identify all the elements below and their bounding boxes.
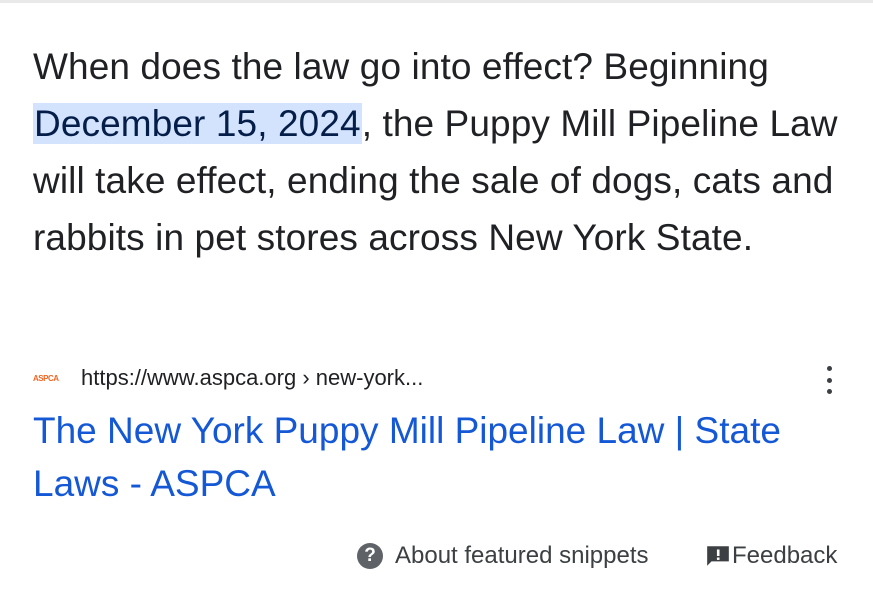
feedback-button[interactable]: Feedback bbox=[705, 542, 837, 570]
about-featured-snippets-button[interactable]: ? About featured snippets bbox=[357, 542, 649, 570]
featured-snippet-text: When does the law go into effect? Beginn… bbox=[33, 38, 853, 266]
snippet-text-prefix: When does the law go into effect? Beginn… bbox=[33, 46, 769, 87]
snippet-highlighted-date: December 15, 2024 bbox=[33, 103, 362, 144]
result-title-link[interactable]: The New York Puppy Mill Pipeline Law | S… bbox=[33, 404, 853, 510]
feedback-label: Feedback bbox=[732, 542, 838, 569]
more-options-icon[interactable] bbox=[825, 366, 833, 394]
dot bbox=[826, 366, 832, 371]
source-url[interactable]: https://www.aspca.org › new-york... bbox=[81, 365, 423, 391]
source-row[interactable]: ASPCA https://www.aspca.org › new-york..… bbox=[33, 362, 843, 394]
snippet-footer: ? About featured snippets Feedback bbox=[0, 540, 873, 576]
help-icon: ? bbox=[357, 543, 383, 569]
dot bbox=[826, 389, 832, 394]
dot bbox=[826, 377, 832, 383]
about-label: About featured snippets bbox=[395, 542, 649, 569]
feedback-icon bbox=[707, 546, 729, 566]
aspca-favicon-icon: ASPCA bbox=[33, 373, 59, 383]
top-divider bbox=[0, 0, 873, 3]
